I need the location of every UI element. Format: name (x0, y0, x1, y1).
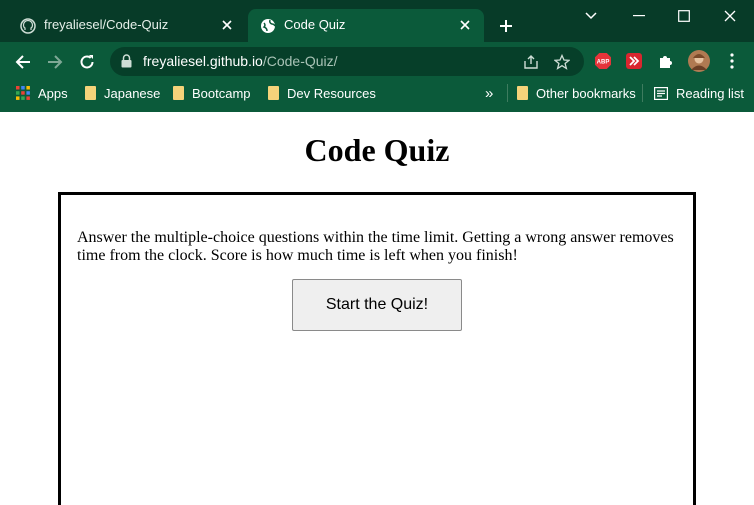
url-text[interactable]: freyaliesel.github.io/Code-Quiz/ (143, 53, 338, 69)
bookmark-japanese[interactable]: Japanese (85, 83, 160, 103)
tab-title: freyaliesel/Code-Quiz (44, 17, 169, 32)
profile-avatar[interactable] (688, 50, 710, 72)
page-title: Code Quiz (304, 132, 450, 168)
reading-list-button[interactable]: Reading list (654, 83, 744, 103)
start-quiz-button[interactable]: Start the Quiz! (292, 279, 462, 331)
folder-icon (173, 86, 184, 100)
close-tab-icon[interactable] (218, 16, 236, 34)
github-icon (20, 18, 36, 34)
tab-strip: freyaliesel/Code-Quiz Code Quiz (0, 0, 754, 42)
bookmark-star-icon[interactable] (553, 53, 571, 71)
tab-title: Code Quiz (284, 17, 346, 32)
bookmark-bootcamp[interactable]: Bootcamp (173, 83, 251, 103)
bookmarks-separator (642, 84, 643, 102)
bookmark-dev-resources[interactable]: Dev Resources (268, 83, 376, 103)
url-host: freyaliesel.github.io (143, 53, 263, 69)
close-window-button[interactable] (715, 4, 745, 28)
tab-search-icon[interactable] (576, 4, 606, 28)
folder-icon (268, 86, 279, 100)
adblock-plus-icon[interactable]: ABP (593, 51, 613, 71)
adblock-label: ABP (597, 60, 610, 66)
reading-list-icon (654, 86, 668, 100)
quiz-instructions: Answer the multiple-choice questions wit… (77, 229, 674, 264)
bookmark-label: Other bookmarks (536, 85, 636, 101)
bookmarks-separator (507, 84, 508, 102)
bookmarks-overflow-button[interactable]: » (485, 83, 493, 103)
folder-icon (85, 86, 96, 100)
bookmark-label: Apps (38, 85, 68, 101)
bookmark-label: Japanese (104, 85, 161, 101)
url-path: /Code-Quiz/ (262, 53, 338, 69)
reading-list-label: Reading list (676, 85, 744, 101)
extensions-puzzle-icon[interactable] (656, 51, 676, 71)
bookmark-apps[interactable]: Apps (16, 83, 68, 103)
apps-grid-icon (16, 86, 30, 100)
page-content: Code Quiz Answer the multiple-choice que… (0, 112, 754, 505)
back-button[interactable] (9, 48, 37, 76)
browser-chrome: freyaliesel/Code-Quiz Code Quiz freyalie… (0, 0, 754, 112)
forward-button[interactable] (41, 48, 69, 76)
new-tab-button[interactable] (494, 14, 518, 38)
bookmark-other[interactable]: Other bookmarks (517, 83, 636, 103)
bookmark-label: Bootcamp (192, 85, 251, 101)
folder-icon (517, 86, 528, 100)
share-icon[interactable] (522, 53, 540, 71)
globe-icon (260, 18, 276, 34)
reload-button[interactable] (73, 48, 101, 76)
close-tab-icon[interactable] (456, 16, 474, 34)
minimize-button[interactable] (624, 4, 654, 28)
lock-icon[interactable] (121, 54, 132, 73)
quiz-container: Answer the multiple-choice questions wit… (58, 192, 696, 505)
tab-code-quiz[interactable]: Code Quiz (248, 9, 484, 42)
red-extension-icon[interactable] (624, 51, 644, 71)
tab-github[interactable]: freyaliesel/Code-Quiz (8, 9, 246, 42)
menu-kebab-icon[interactable] (722, 51, 742, 71)
bookmark-label: Dev Resources (287, 85, 376, 101)
address-bar[interactable]: freyaliesel.github.io/Code-Quiz/ (110, 47, 584, 76)
maximize-button[interactable] (669, 4, 699, 28)
chevron-double-right-icon: » (485, 84, 494, 102)
